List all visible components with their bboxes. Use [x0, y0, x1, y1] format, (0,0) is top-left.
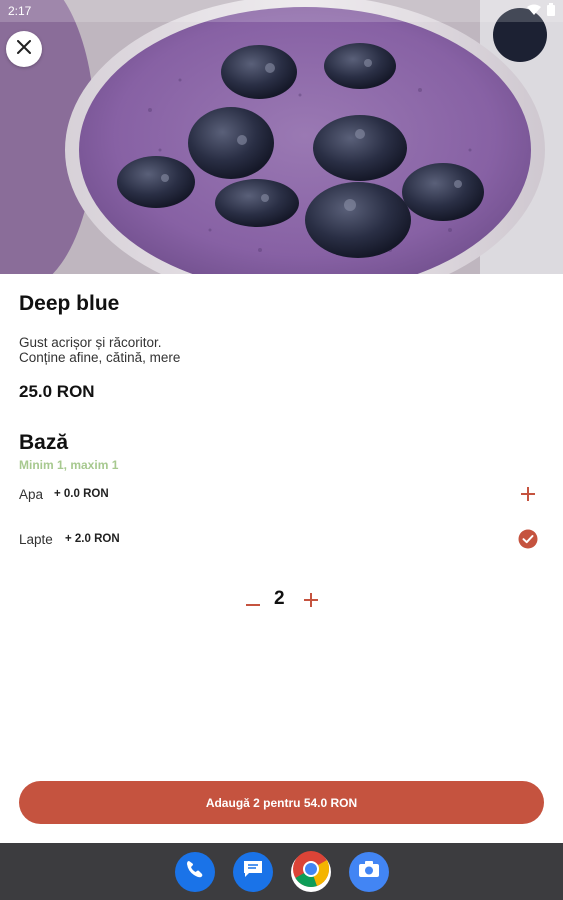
description-line: Gust acrișor și răcoritor. — [19, 335, 162, 350]
add-to-cart-label: Adaugă 2 pentru 54.0 RON — [205, 795, 358, 810]
option-price: + 0.0 RON — [54, 488, 109, 500]
status-bar: 2:17 — [0, 0, 563, 22]
decrease-quantity-button[interactable] — [240, 589, 266, 615]
taskbar-dock — [0, 843, 563, 900]
phone-app[interactable] — [174, 851, 215, 892]
minus-icon — [246, 593, 260, 611]
smoothie-image — [0, 0, 563, 274]
check-circle-icon[interactable] — [517, 528, 539, 550]
plus-icon — [304, 592, 318, 612]
product-description: Gust acrișor și răcoritor. Conține afine… — [19, 335, 180, 365]
messages-app[interactable] — [232, 851, 273, 892]
phone-icon — [185, 859, 205, 884]
battery-icon — [547, 3, 555, 19]
add-to-cart-button[interactable]: Adaugă 2 pentru 54.0 RON — [19, 781, 544, 824]
chrome-app[interactable] — [290, 850, 331, 893]
close-button[interactable] — [6, 31, 42, 67]
wifi-icon — [527, 4, 541, 19]
close-icon — [17, 39, 31, 59]
chrome-icon — [292, 850, 330, 893]
option-lapte[interactable]: Lapte + 2.0 RON — [0, 521, 563, 557]
product-price: 25.0 RON — [19, 382, 95, 401]
plus-icon[interactable] — [517, 483, 539, 505]
product-title: Deep blue — [19, 292, 120, 315]
quantity-value: 2 — [274, 588, 285, 609]
section-title: Bază — [19, 431, 69, 454]
quantity-stepper: 2 — [0, 584, 563, 620]
camera-icon — [358, 860, 380, 883]
status-time: 2:17 — [8, 4, 32, 18]
option-apa[interactable]: Apa + 0.0 RON — [0, 476, 563, 512]
option-name: Lapte — [19, 531, 53, 547]
option-price: + 2.0 RON — [65, 533, 120, 545]
description-line: Conține afine, cătină, mere — [19, 350, 181, 365]
option-name: Apa — [19, 486, 44, 502]
messages-icon — [242, 859, 264, 884]
product-image: 2:17 — [0, 0, 563, 274]
section-constraint: Minim 1, maxim 1 — [19, 458, 119, 472]
camera-app[interactable] — [348, 851, 389, 892]
increase-quantity-button[interactable] — [298, 589, 324, 615]
